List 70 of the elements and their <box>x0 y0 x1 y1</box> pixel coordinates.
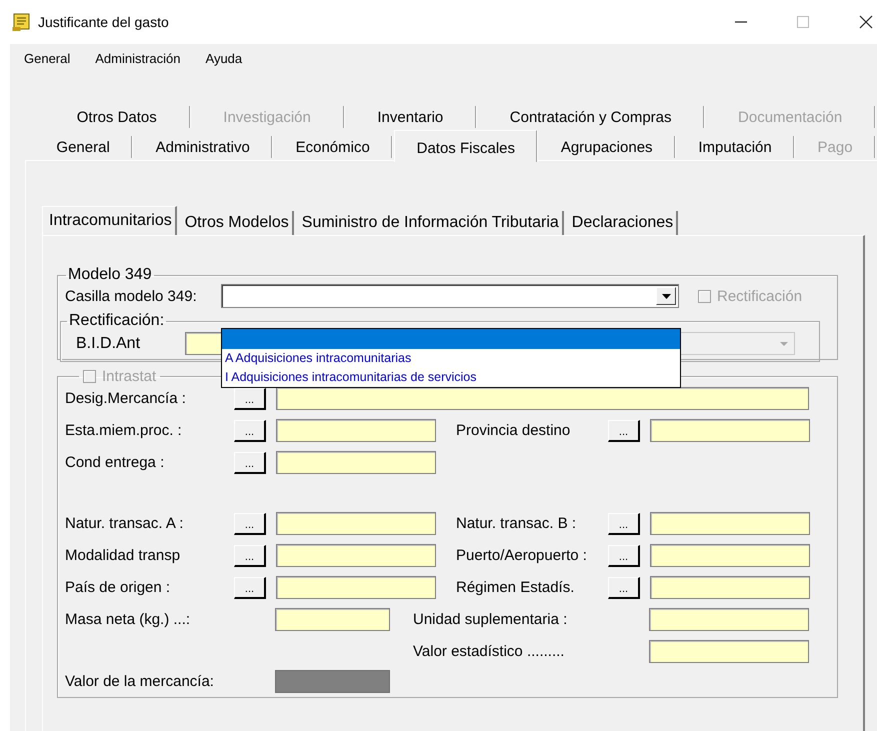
lookup-button[interactable]: ... <box>234 576 266 598</box>
group-title: Rectificación: <box>68 312 166 330</box>
caret-icon <box>662 294 670 298</box>
lookup-button[interactable]: ... <box>608 544 640 566</box>
field-label: Valor estadístico ......... <box>413 643 566 660</box>
field-label: Esta.miem.proc. : <box>65 422 183 439</box>
tab[interactable]: Agrupaciones <box>539 136 675 158</box>
field-label: Cond entrega : <box>65 454 166 471</box>
list-item[interactable]: A Adquisiciones intracomunitarias <box>222 349 680 368</box>
tab[interactable]: Intracomunitarios <box>42 206 177 235</box>
field-label: Régimen Estadís. <box>456 579 576 596</box>
field-label: Natur. transac. A : <box>65 515 184 532</box>
tab[interactable]: General <box>35 136 132 158</box>
lookup-button[interactable]: ... <box>608 420 640 442</box>
lookup-button[interactable]: ... <box>608 576 640 598</box>
field-label: Provincia destino <box>456 422 572 439</box>
field-label: Masa neta (kg.) ...: <box>65 611 192 628</box>
list-item[interactable]: I Adquisiciones intracomunitarias de servicios <box>222 368 680 387</box>
field-label: Unidad suplementaria : <box>413 611 568 628</box>
field-label: País de origen : <box>65 579 172 596</box>
tab[interactable]: Datos Fiscales <box>394 130 538 162</box>
lookup-button[interactable]: ... <box>234 388 266 410</box>
tab[interactable]: Económico <box>274 136 392 158</box>
field-label: Modalidad transp <box>65 547 182 564</box>
tab[interactable]: Contratación y Compras <box>478 106 704 128</box>
tab[interactable]: Imputación <box>676 136 794 158</box>
input-field[interactable] <box>276 576 436 599</box>
tab[interactable]: Otros Modelos <box>178 211 294 235</box>
field-label: Valor de la mercancía: <box>65 673 215 690</box>
lookup-button[interactable]: ... <box>234 420 266 442</box>
input-field[interactable] <box>650 544 810 567</box>
input-field[interactable] <box>275 670 390 693</box>
input-field[interactable] <box>276 387 809 410</box>
input-field[interactable] <box>276 419 436 442</box>
tab[interactable]: Suministro de Información Tributaria <box>296 211 564 235</box>
lookup-button[interactable]: ... <box>234 544 266 566</box>
input-field[interactable] <box>649 640 809 663</box>
close-icon <box>859 15 873 29</box>
dropdown-field[interactable] <box>221 284 679 308</box>
checkbox-label: Intrastat <box>102 368 156 385</box>
menu-item[interactable]: General <box>24 50 70 66</box>
input-field[interactable] <box>649 608 809 631</box>
lookup-button[interactable]: ... <box>234 512 266 534</box>
field-label: Casilla modelo 349: <box>65 288 198 304</box>
caret-icon <box>780 342 788 346</box>
lookup-button[interactable]: ... <box>234 452 266 474</box>
input-field[interactable] <box>275 608 390 631</box>
field-label: Natur. transac. B : <box>456 515 578 532</box>
lookup-button[interactable]: ... <box>608 512 640 534</box>
notepad-icon <box>12 12 32 32</box>
maximize-icon <box>796 15 810 29</box>
tab[interactable]: Otros Datos <box>45 106 190 128</box>
menu-item[interactable]: Administración <box>95 50 181 66</box>
input-field[interactable] <box>650 576 810 599</box>
field-label: Puerto/Aeropuerto : <box>456 547 588 564</box>
tab[interactable]: Administrativo <box>134 136 272 158</box>
input-field[interactable] <box>276 544 436 567</box>
input-field[interactable] <box>276 512 436 535</box>
input-field[interactable] <box>650 419 810 442</box>
input-field[interactable] <box>650 512 810 535</box>
tab[interactable]: Inventario <box>346 106 476 128</box>
field-label: Desig.Mercancía : <box>65 390 187 407</box>
group-title: Modelo 349 <box>67 266 153 284</box>
tab[interactable]: Declaraciones <box>566 211 678 235</box>
window-title: Justificante del gasto <box>38 14 169 30</box>
menu-item[interactable]: Ayuda <box>206 50 242 66</box>
minimize-icon <box>735 21 747 23</box>
input-field[interactable] <box>276 451 436 474</box>
field-label: B.I.D.Ant <box>76 334 142 352</box>
checkbox-label: Rectificación <box>717 288 802 304</box>
